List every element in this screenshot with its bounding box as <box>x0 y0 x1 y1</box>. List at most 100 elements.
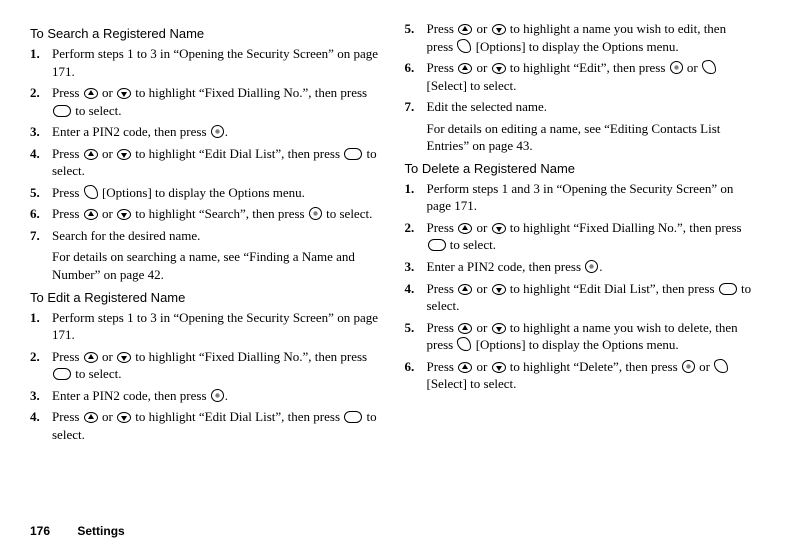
right-column: 5.Press or to highlight a name you wish … <box>405 20 756 447</box>
step-item: 2.Press or to highlight “Fixed Dialling … <box>405 219 756 254</box>
step-number: 6. <box>405 59 427 77</box>
step-number: 6. <box>30 205 52 223</box>
down-icon <box>492 63 506 74</box>
step-number: 2. <box>405 219 427 237</box>
up-icon <box>84 209 98 220</box>
step-item: 3.Enter a PIN2 code, then press . <box>30 123 381 141</box>
step-item: 2.Press or to highlight “Fixed Dialling … <box>30 348 381 383</box>
search-steps: 1.Perform steps 1 to 3 in “Opening the S… <box>30 45 381 244</box>
step-item: 7.Edit the selected name. <box>405 98 756 116</box>
up-icon <box>84 412 98 423</box>
ok-circle-icon <box>211 389 224 402</box>
step-number: 1. <box>30 309 52 327</box>
up-icon <box>458 223 472 234</box>
left-column: To Search a Registered Name 1.Perform st… <box>30 20 381 447</box>
step-item: 3.Enter a PIN2 code, then press . <box>405 258 756 276</box>
up-icon <box>458 362 472 373</box>
up-icon <box>458 63 472 74</box>
step-text: Press or to highlight “Edit”, then press… <box>427 59 756 94</box>
step-number: 5. <box>405 319 427 337</box>
step-text: Press or to highlight a name you wish to… <box>427 319 756 354</box>
down-icon <box>117 412 131 423</box>
ok-circle-icon <box>211 125 224 138</box>
two-column-layout: To Search a Registered Name 1.Perform st… <box>30 20 755 447</box>
down-icon <box>117 352 131 363</box>
step-item: 1.Perform steps 1 to 3 in “Opening the S… <box>30 309 381 344</box>
delete-steps: 1.Perform steps 1 and 3 in “Opening the … <box>405 180 756 393</box>
footer-section: Settings <box>77 524 124 538</box>
step-item: 4.Press or to highlight “Edit Dial List”… <box>30 145 381 180</box>
step-item: 6.Press or to highlight “Edit”, then pre… <box>405 59 756 94</box>
step-text: Press or to highlight “Edit Dial List”, … <box>52 408 381 443</box>
search-note: For details on searching a name, see “Fi… <box>52 248 381 283</box>
up-icon <box>84 352 98 363</box>
down-icon <box>492 223 506 234</box>
ok-circle-icon <box>670 61 683 74</box>
center-key-icon <box>344 148 362 160</box>
step-text: Search for the desired name. <box>52 227 381 245</box>
down-icon <box>492 323 506 334</box>
step-item: 7.Search for the desired name. <box>30 227 381 245</box>
step-number: 1. <box>30 45 52 63</box>
search-title: To Search a Registered Name <box>30 26 381 41</box>
step-text: Press or to highlight “Delete”, then pre… <box>427 358 756 393</box>
step-number: 3. <box>405 258 427 276</box>
step-text: Press or to highlight “Edit Dial List”, … <box>427 280 756 315</box>
step-number: 7. <box>30 227 52 245</box>
step-item: 5.Press [Options] to display the Options… <box>30 184 381 202</box>
center-key-icon <box>53 368 71 380</box>
center-key-icon <box>428 239 446 251</box>
up-icon <box>84 149 98 160</box>
step-text: Press or to highlight “Fixed Dialling No… <box>427 219 756 254</box>
soft-key-icon <box>702 60 716 74</box>
step-number: 4. <box>30 145 52 163</box>
step-item: 6.Press or to highlight “Search”, then p… <box>30 205 381 223</box>
page-number: 176 <box>30 524 50 538</box>
step-item: 5.Press or to highlight a name you wish … <box>405 319 756 354</box>
step-item: 2.Press or to highlight “Fixed Dialling … <box>30 84 381 119</box>
edit-cont-steps: 5.Press or to highlight a name you wish … <box>405 20 756 116</box>
step-item: 3.Enter a PIN2 code, then press . <box>30 387 381 405</box>
step-number: 7. <box>405 98 427 116</box>
delete-title: To Delete a Registered Name <box>405 161 756 176</box>
soft-key-icon <box>457 39 471 53</box>
step-text: Enter a PIN2 code, then press . <box>52 387 381 405</box>
down-icon <box>492 24 506 35</box>
step-item: 6.Press or to highlight “Delete”, then p… <box>405 358 756 393</box>
step-number: 2. <box>30 348 52 366</box>
up-icon <box>84 88 98 99</box>
page-footer: 176 Settings <box>30 524 125 538</box>
step-number: 2. <box>30 84 52 102</box>
ok-circle-icon <box>682 360 695 373</box>
up-icon <box>458 323 472 334</box>
soft-key-icon <box>84 185 98 199</box>
step-text: Press or to highlight “Edit Dial List”, … <box>52 145 381 180</box>
step-number: 5. <box>405 20 427 38</box>
step-item: 4.Press or to highlight “Edit Dial List”… <box>405 280 756 315</box>
soft-key-icon <box>457 337 471 351</box>
center-key-icon <box>719 283 737 295</box>
up-icon <box>458 284 472 295</box>
step-text: Enter a PIN2 code, then press . <box>427 258 756 276</box>
step-text: Perform steps 1 and 3 in “Opening the Se… <box>427 180 756 215</box>
step-text: Press [Options] to display the Options m… <box>52 184 381 202</box>
step-item: 1.Perform steps 1 to 3 in “Opening the S… <box>30 45 381 80</box>
step-text: Perform steps 1 to 3 in “Opening the Sec… <box>52 45 381 80</box>
down-icon <box>117 149 131 160</box>
down-icon <box>117 88 131 99</box>
step-number: 4. <box>30 408 52 426</box>
step-number: 6. <box>405 358 427 376</box>
step-item: 4.Press or to highlight “Edit Dial List”… <box>30 408 381 443</box>
step-number: 3. <box>30 387 52 405</box>
up-icon <box>458 24 472 35</box>
step-item: 1.Perform steps 1 and 3 in “Opening the … <box>405 180 756 215</box>
edit-note: For details on editing a name, see “Edit… <box>427 120 756 155</box>
center-key-icon <box>344 411 362 423</box>
step-text: Press or to highlight “Search”, then pre… <box>52 205 381 223</box>
step-text: Press or to highlight “Fixed Dialling No… <box>52 348 381 383</box>
down-icon <box>492 284 506 295</box>
step-item: 5.Press or to highlight a name you wish … <box>405 20 756 55</box>
step-number: 5. <box>30 184 52 202</box>
step-text: Press or to highlight “Fixed Dialling No… <box>52 84 381 119</box>
ok-circle-icon <box>585 260 598 273</box>
